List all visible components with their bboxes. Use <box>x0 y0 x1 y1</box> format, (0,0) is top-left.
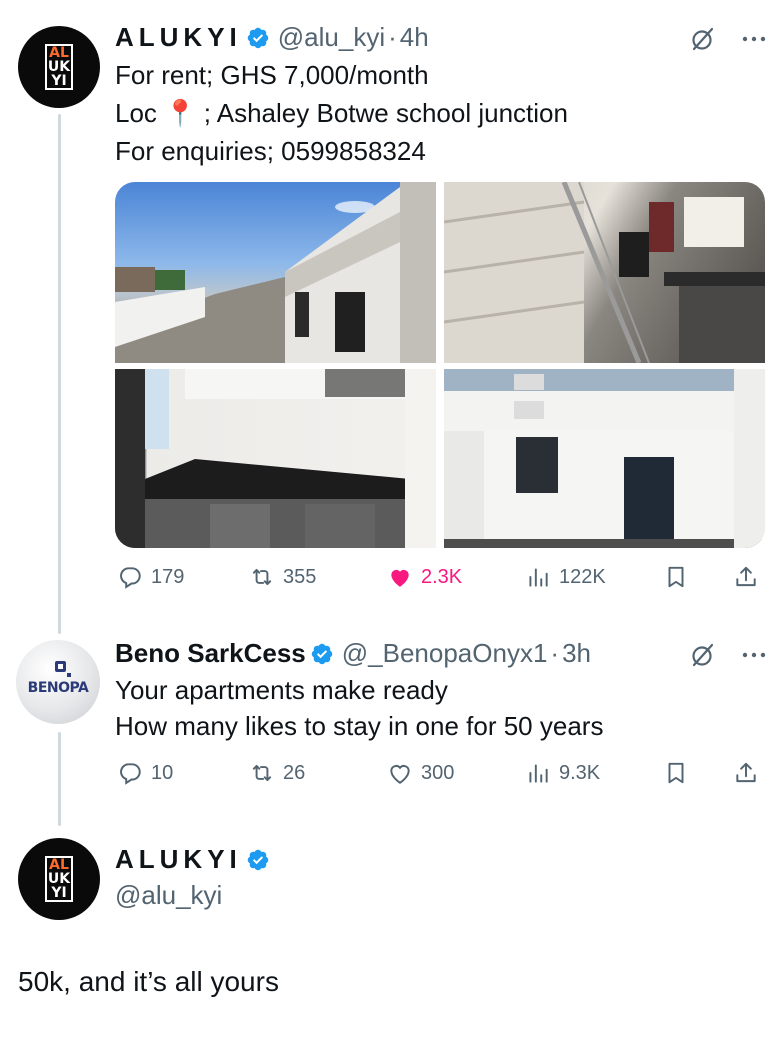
staircase-kitchen-photo[interactable] <box>444 182 765 363</box>
verified-badge-icon <box>247 849 269 870</box>
display-name[interactable]: ALUKYI <box>115 844 242 875</box>
entrance-illustration <box>444 369 765 548</box>
views-button[interactable]: 9.3K <box>525 760 600 786</box>
repost-icon <box>252 568 272 586</box>
repost-icon <box>252 764 272 782</box>
reply-button[interactable]: 179 <box>117 564 184 590</box>
separator: · <box>388 22 397 52</box>
display-name[interactable]: Beno SarkCess <box>115 638 306 669</box>
like-icon <box>391 569 409 587</box>
alukyi-logo: AL UK YI <box>45 44 73 90</box>
alukyi-logo: AL UK YI <box>45 856 73 902</box>
tweet-line: How many likes to stay in one for 50 yea… <box>115 711 604 741</box>
separator: · <box>550 638 560 668</box>
bookmark-icon <box>668 762 684 784</box>
media-grid <box>115 182 765 548</box>
avatar-alukyi[interactable]: AL UK YI <box>18 26 100 108</box>
tweet-body: Your apartments make ready How many like… <box>115 672 603 744</box>
benopa-wordmark: BENOPA <box>27 680 89 696</box>
handle[interactable]: @alu_kyi <box>278 22 385 53</box>
tweet-header: ALUKYI @alu_kyi · 4h <box>115 22 429 53</box>
tweet-header-actions <box>690 26 766 52</box>
tweet-actions: 179 355 2.3K 122K <box>115 564 765 598</box>
share-icon <box>736 566 756 587</box>
views-icon <box>529 568 548 587</box>
reply-icon <box>120 763 141 785</box>
reply-body: 50k, and it’s all yours <box>18 966 279 997</box>
tweet-line: Your apartments make ready <box>115 675 448 705</box>
kitchen-counter-photo[interactable] <box>115 369 436 548</box>
tweet-body: For rent; GHS 7,000/month Loc 📍 ; Ashale… <box>115 56 568 170</box>
repost-count: 355 <box>283 565 317 588</box>
like-count: 2.3K <box>421 565 463 588</box>
more-icon[interactable] <box>742 651 766 659</box>
timestamp[interactable]: 4h <box>400 22 429 53</box>
reply-icon <box>120 567 141 589</box>
verified-badge-icon <box>247 27 269 48</box>
benopa-logo-icon <box>55 661 71 677</box>
view-count: 122K <box>559 565 606 588</box>
tweet-actions: 10 26 300 9.3K <box>115 760 765 794</box>
share-button[interactable] <box>733 564 759 590</box>
exterior-illustration <box>115 182 436 363</box>
more-icon[interactable] <box>742 35 766 43</box>
house-entrance-photo[interactable] <box>444 369 765 548</box>
share-button[interactable] <box>733 760 759 786</box>
tweet-header: Beno SarkCess @_BenopaOnyx1 · 3h <box>115 638 591 669</box>
repost-button[interactable]: 26 <box>249 760 305 786</box>
tweet-line: Loc 📍 ; Ashaley Botwe school junction <box>115 98 568 128</box>
exterior-street-photo[interactable] <box>115 182 436 363</box>
bookmark-button[interactable] <box>663 760 689 786</box>
display-name[interactable]: ALUKYI <box>115 22 242 53</box>
thread-line-2 <box>58 732 61 826</box>
handle[interactable]: @alu_kyi <box>115 880 222 911</box>
reply-button[interactable]: 10 <box>117 760 173 786</box>
share-icon <box>736 762 756 783</box>
views-button[interactable]: 122K <box>525 564 606 590</box>
repost-button[interactable]: 355 <box>249 564 316 590</box>
like-count: 300 <box>421 761 455 784</box>
like-icon <box>390 765 410 784</box>
kitchen-illustration <box>115 369 436 548</box>
staircase-illustration <box>444 182 765 363</box>
grok-icon[interactable] <box>690 642 716 668</box>
like-button[interactable]: 300 <box>387 760 454 786</box>
tweet-line: For enquiries; 0599858324 <box>115 136 426 166</box>
reply-count: 179 <box>151 565 185 588</box>
thread-line-1 <box>58 114 61 634</box>
verified-badge-icon <box>311 643 333 664</box>
bookmark-icon <box>668 566 684 588</box>
like-button[interactable]: 2.3K <box>387 564 462 590</box>
grok-icon[interactable] <box>690 26 716 52</box>
tweet-line: For rent; GHS 7,000/month <box>115 60 429 90</box>
avatar-alukyi[interactable]: AL UK YI <box>18 838 100 920</box>
avatar-benopa[interactable]: BENOPA <box>16 640 100 724</box>
timestamp[interactable]: 3h <box>562 638 591 669</box>
handle[interactable]: @_BenopaOnyx1 <box>342 638 548 669</box>
reply-count: 10 <box>151 761 174 784</box>
view-count: 9.3K <box>559 761 601 784</box>
tweet-author: ALUKYI <box>115 844 278 875</box>
views-icon <box>529 764 548 783</box>
repost-count: 26 <box>283 761 306 784</box>
bookmark-button[interactable] <box>663 564 689 590</box>
tweet-header-actions <box>690 642 766 668</box>
